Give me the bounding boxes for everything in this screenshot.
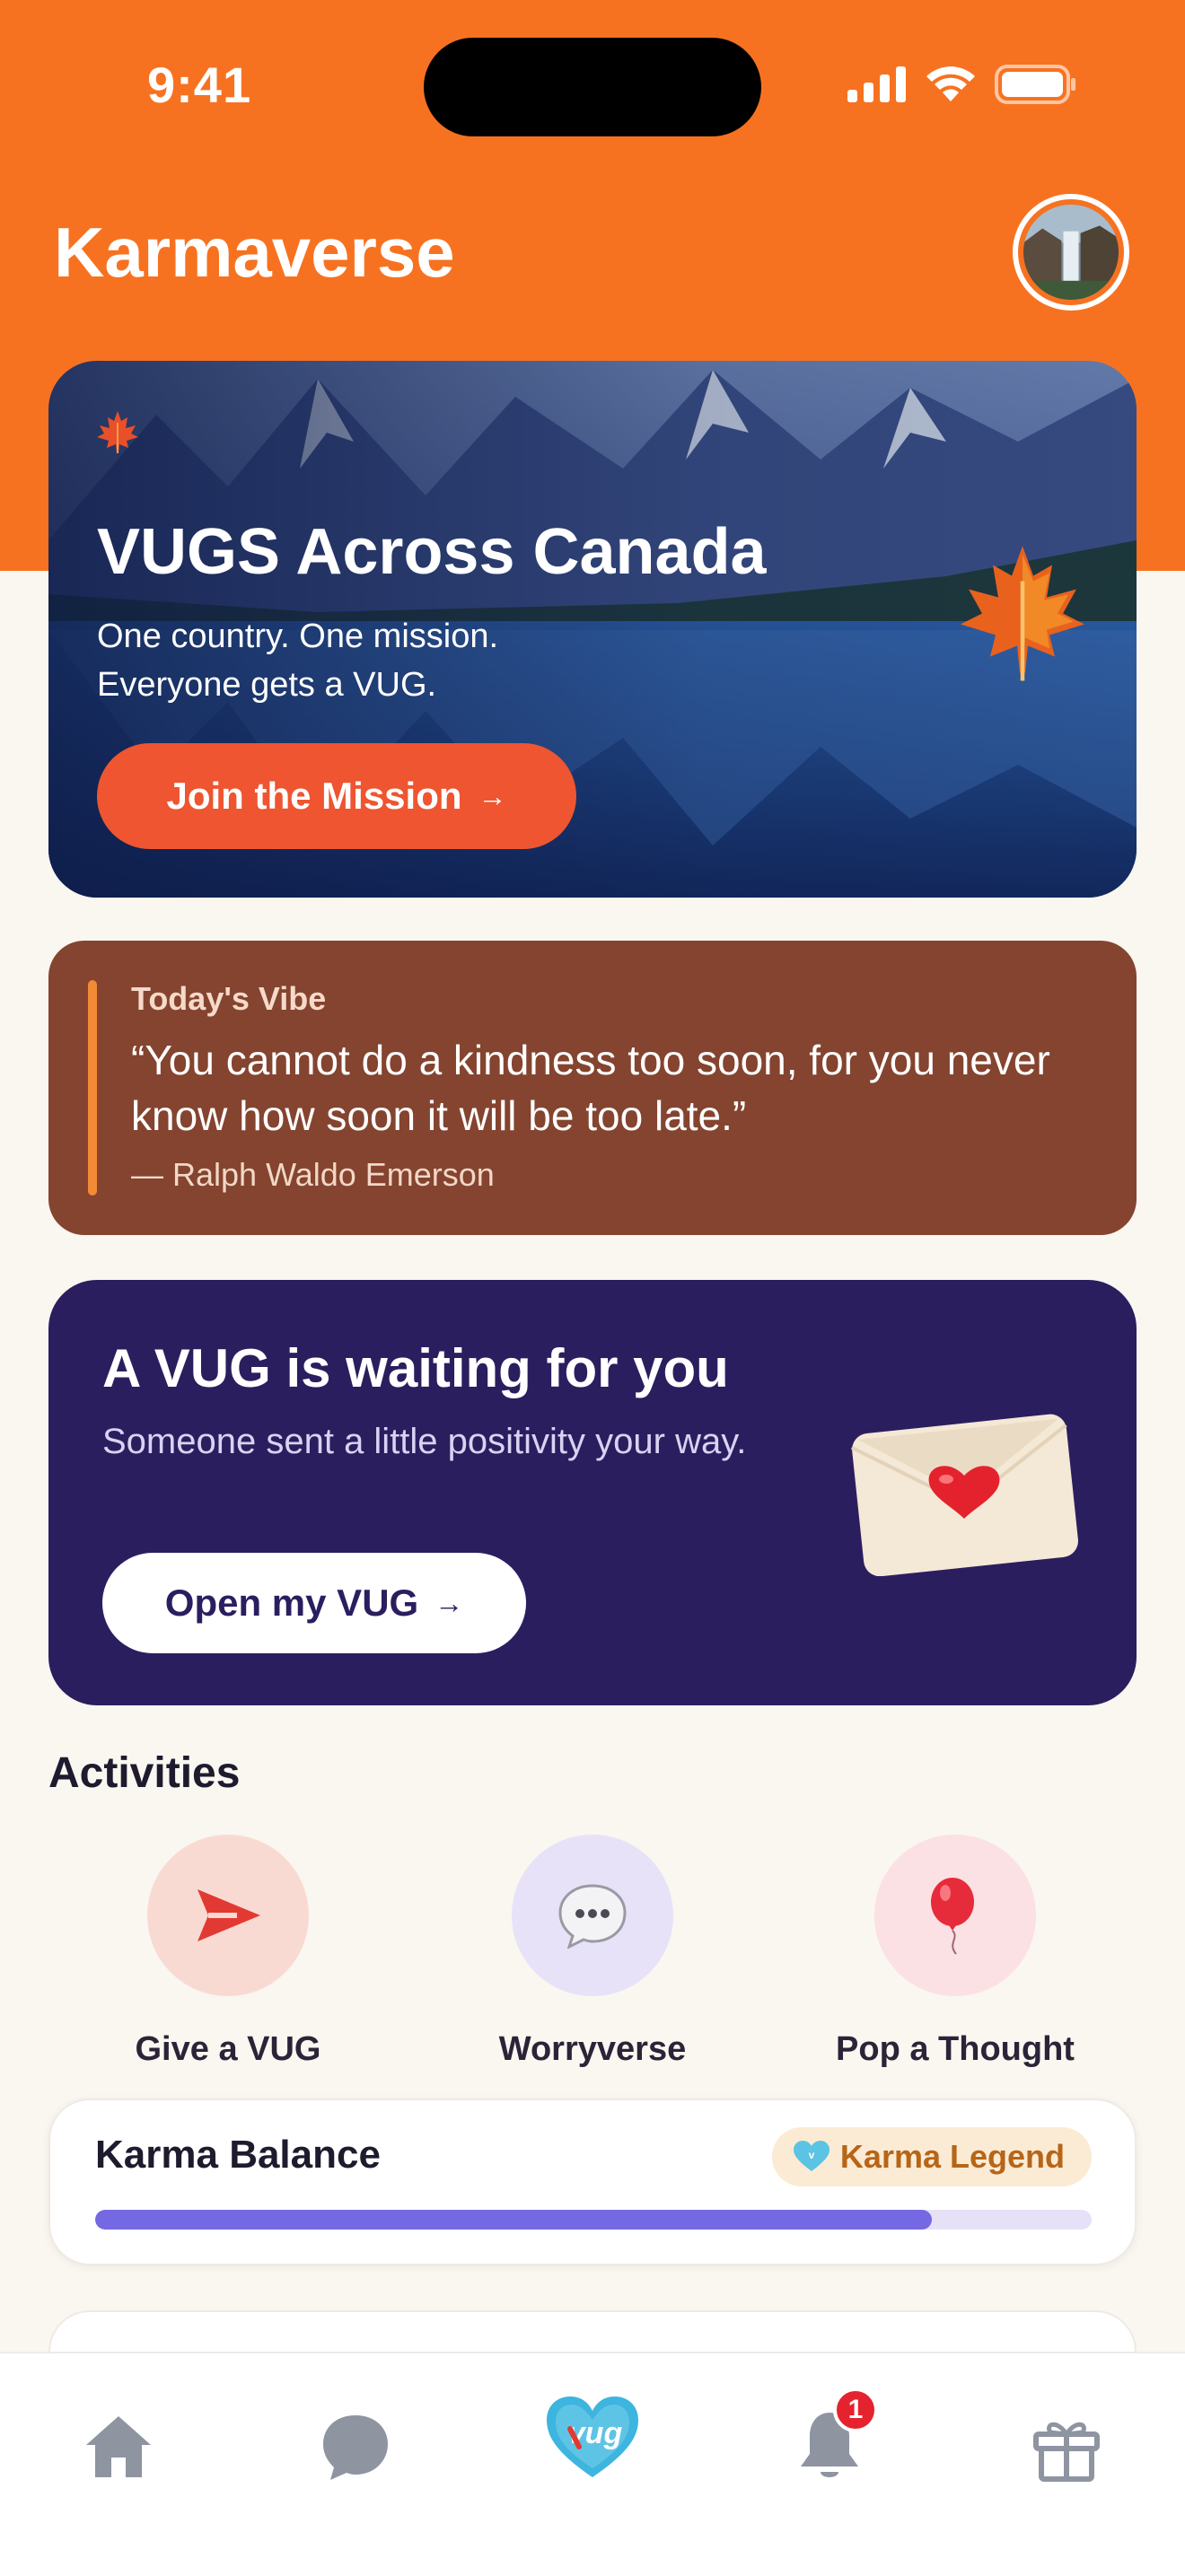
join-mission-label: Join the Mission [166, 775, 462, 817]
vibe-label: Today's Vibe [131, 980, 327, 1017]
wifi-icon [926, 66, 975, 101]
cellular-signal-icon [847, 66, 906, 102]
vug-waiting-subtitle: Someone sent a little positivity your wa… [102, 1422, 747, 1461]
battery-icon [995, 65, 1075, 104]
hero-subtitle-line-1: One country. One mission. [97, 618, 499, 655]
karma-balance-title: Karma Balance [95, 2133, 381, 2177]
tab-vug[interactable]: vug [539, 2384, 646, 2492]
send-icon [147, 1835, 309, 1996]
activity-give-vug[interactable]: Give a VUG [66, 1835, 390, 2069]
activities-title: Activities [48, 1749, 241, 1797]
status-icons [847, 65, 1077, 104]
profile-avatar[interactable] [1013, 194, 1129, 311]
vibe-author: — Ralph Waldo Emerson [131, 1156, 495, 1193]
vibe-quote: “You cannot do a kindness too soon, for … [131, 1037, 1050, 1139]
arrow-right-icon: → [478, 779, 507, 812]
activity-worryverse[interactable]: Worryverse [431, 1835, 754, 2069]
activity-pop-thought[interactable]: Pop a Thought [794, 1835, 1117, 2069]
avatar-image [1023, 205, 1119, 300]
karma-balance-card[interactable]: Karma Balance v Karma Legend [48, 2098, 1137, 2265]
envelope-heart-icon [850, 1414, 1078, 1576]
status-time: 9:41 [147, 57, 252, 113]
speech-bubble-icon [512, 1835, 673, 1996]
activity-label: Worryverse [498, 2030, 687, 2068]
app-title: Karmaverse [54, 213, 455, 292]
vug-waiting-title: A VUG is waiting for you [102, 1338, 729, 1398]
large-maple-leaf-icon [961, 546, 1084, 681]
tab-bar: vug 1 [0, 2352, 1185, 2576]
join-mission-button[interactable]: Join the Mission → [97, 743, 576, 849]
svg-text:v: v [809, 2149, 815, 2161]
todays-vibe-card: Today's Vibe “You cannot do a kindness t… [48, 941, 1137, 1235]
chat-icon [323, 2415, 388, 2480]
karma-level-badge: v Karma Legend [771, 2127, 1092, 2186]
hero-title: VUGS Across Canada [97, 516, 767, 588]
balloon-icon [874, 1835, 1036, 1996]
tab-notifications[interactable]: 1 [776, 2388, 883, 2501]
quote-accent-bar [88, 980, 97, 1196]
notification-badge: 1 [833, 2388, 878, 2432]
activity-label: Give a VUG [135, 2030, 321, 2068]
home-icon [86, 2416, 151, 2477]
open-vug-button[interactable]: Open my VUG → [102, 1553, 526, 1653]
karma-progress-bar [95, 2210, 1092, 2230]
karma-progress-fill [95, 2210, 933, 2230]
hero-subtitle-line-2: Everyone gets a VUG. [97, 666, 437, 704]
karma-level-label: Karma Legend [839, 2138, 1065, 2175]
tab-gifts[interactable] [1013, 2393, 1120, 2501]
hero-card[interactable]: VUGS Across Canada One country. One miss… [48, 361, 1137, 898]
vug-heart-icon: v [793, 2141, 830, 2171]
gift-icon [1033, 2422, 1100, 2482]
dynamic-island [424, 38, 761, 136]
activity-label: Pop a Thought [836, 2030, 1075, 2068]
tab-chat[interactable] [302, 2393, 409, 2501]
open-vug-label: Open my VUG [164, 1582, 419, 1624]
vug-waiting-card[interactable]: A VUG is waiting for you Someone sent a … [48, 1280, 1137, 1705]
tab-home[interactable] [65, 2393, 172, 2501]
arrow-right-icon: → [434, 1586, 464, 1619]
maple-leaf-icon [97, 411, 138, 453]
vug-logo-icon: vug [547, 2396, 638, 2477]
hero-subtitle: One country. One mission. Everyone gets … [97, 612, 725, 709]
